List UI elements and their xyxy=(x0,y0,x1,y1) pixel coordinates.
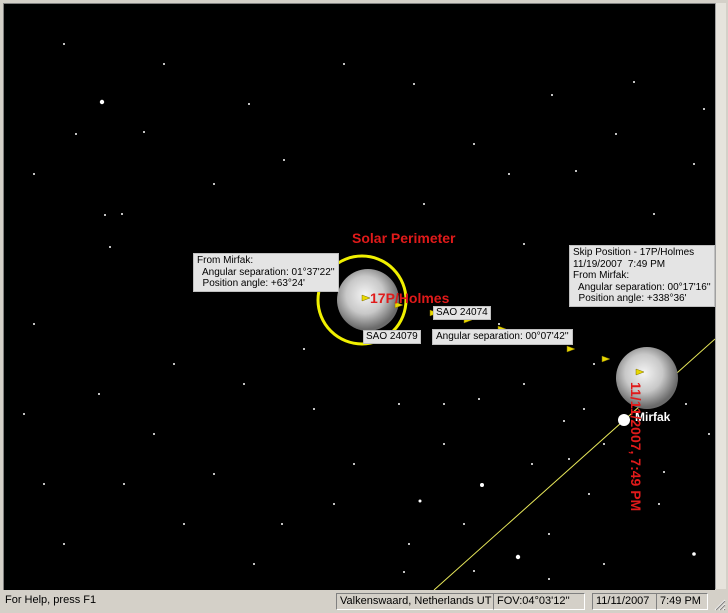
star xyxy=(473,143,475,145)
star xyxy=(353,463,355,465)
star xyxy=(403,571,405,573)
star xyxy=(443,443,445,445)
star xyxy=(615,133,617,135)
star xyxy=(523,243,525,245)
star xyxy=(99,99,105,105)
star xyxy=(531,463,533,465)
star xyxy=(163,63,165,65)
star xyxy=(515,554,521,560)
comet-label[interactable]: 17P/Holmes xyxy=(370,290,449,306)
star xyxy=(303,348,305,350)
star xyxy=(663,471,665,473)
star xyxy=(633,81,635,83)
star xyxy=(478,398,480,400)
star xyxy=(213,473,215,475)
star xyxy=(33,173,35,175)
star xyxy=(63,43,65,45)
status-location: Valkenswaard, Netherlands UT xyxy=(336,593,494,610)
star xyxy=(104,214,106,216)
star xyxy=(183,523,185,525)
star xyxy=(313,408,315,410)
star xyxy=(153,433,155,435)
star xyxy=(568,458,570,460)
star xyxy=(575,170,577,172)
comet-date-label: 11/11/2007, 7:49 PM xyxy=(628,382,644,512)
star xyxy=(708,433,710,435)
comet-coma-skip[interactable] xyxy=(616,347,678,409)
status-date: 11/11/2007 xyxy=(592,593,657,610)
star xyxy=(653,213,655,215)
star xyxy=(593,363,595,365)
star xyxy=(248,103,250,105)
star xyxy=(33,323,35,325)
star xyxy=(685,403,687,405)
sao-24079-label[interactable]: SAO 24079 xyxy=(363,330,421,344)
star xyxy=(283,159,285,161)
star xyxy=(588,493,590,495)
star xyxy=(498,323,500,325)
star xyxy=(480,483,484,487)
star xyxy=(603,563,605,565)
star xyxy=(463,523,465,525)
star xyxy=(551,94,553,96)
star xyxy=(243,383,245,385)
star xyxy=(473,570,475,572)
resize-grip-icon[interactable] xyxy=(714,599,726,611)
star xyxy=(413,83,415,85)
star xyxy=(508,173,510,175)
star xyxy=(398,403,400,405)
star xyxy=(213,183,215,185)
comet-track-marker[interactable] xyxy=(601,355,611,363)
sky-chart[interactable]: Solar Perimeter 17P/Holmes Mirfak SAO 24… xyxy=(3,3,715,590)
star xyxy=(343,63,345,65)
star xyxy=(98,393,100,395)
star xyxy=(43,483,45,485)
status-help: For Help, press F1 xyxy=(5,594,97,606)
comet-track-marker[interactable] xyxy=(566,345,576,353)
star xyxy=(443,403,445,405)
star xyxy=(692,552,696,556)
star xyxy=(408,543,410,545)
angular-separation-box: Angular separation: 00°07'42'' xyxy=(432,329,573,345)
mirfak-separation-box: From Mirfak: Angular separation: 01°37'2… xyxy=(193,253,339,292)
status-fov: FOV:04°03'12'' xyxy=(493,593,585,610)
star xyxy=(109,246,111,248)
star xyxy=(143,131,145,133)
star xyxy=(563,420,565,422)
star xyxy=(658,503,660,505)
star xyxy=(523,383,525,385)
status-time: 7:49 PM xyxy=(656,593,708,610)
planetarium-window: Solar Perimeter 17P/Holmes Mirfak SAO 24… xyxy=(0,0,728,613)
star xyxy=(253,563,255,565)
star xyxy=(281,523,283,525)
star xyxy=(423,203,425,205)
star xyxy=(123,483,125,485)
solar-perimeter-label: Solar Perimeter xyxy=(352,230,456,246)
star xyxy=(23,413,25,415)
vertical-scrollbar[interactable] xyxy=(715,3,726,589)
star xyxy=(75,133,77,135)
star xyxy=(548,578,550,580)
star xyxy=(548,533,550,535)
status-bar: For Help, press F1 Valkenswaard, Netherl… xyxy=(0,590,728,613)
star xyxy=(333,503,335,505)
star xyxy=(418,499,422,503)
star xyxy=(173,363,175,365)
sao-24074-label[interactable]: SAO 24074 xyxy=(433,306,491,320)
star xyxy=(693,163,695,165)
star xyxy=(121,213,123,215)
star xyxy=(603,443,605,445)
skip-position-box: Skip Position - 17P/Holmes 11/19/2007 7:… xyxy=(569,245,715,307)
star xyxy=(583,408,585,410)
star xyxy=(703,108,705,110)
star xyxy=(63,543,65,545)
